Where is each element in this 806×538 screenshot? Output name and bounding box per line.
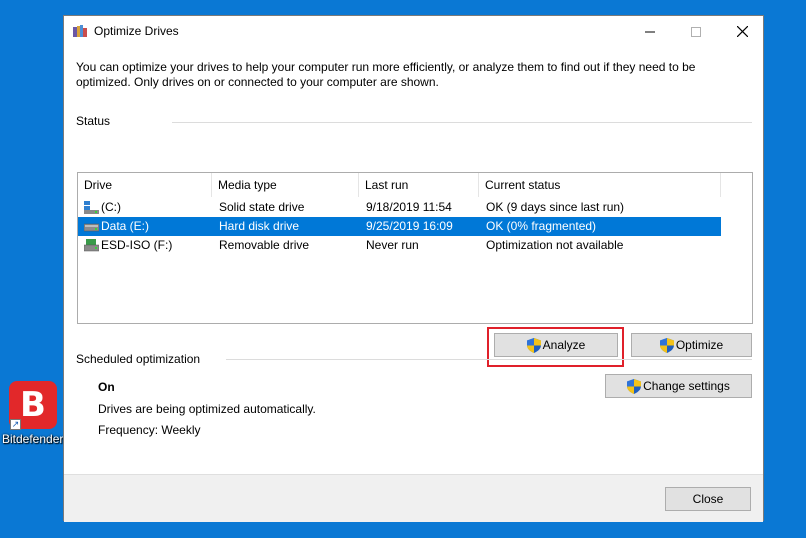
drive-name: Data (E:) [101, 219, 150, 233]
column-header-current-status[interactable]: Current status [479, 173, 721, 197]
optimize-label: Optimize [675, 338, 724, 352]
close-button[interactable]: Close [665, 487, 751, 511]
uac-shield-icon [659, 337, 674, 353]
hdd-drive-icon [84, 223, 99, 232]
drive-media-type: Hard disk drive [219, 219, 300, 233]
optimize-button[interactable]: Optimize [631, 333, 752, 357]
minimize-button[interactable] [627, 16, 673, 47]
drive-row-c[interactable]: (C:) Solid state drive 9/18/2019 11:54 O… [78, 198, 721, 217]
shortcut-arrow-icon: ↗ [10, 419, 21, 430]
schedule-frequency: Frequency: Weekly [98, 423, 201, 437]
column-header-last-run[interactable]: Last run [359, 173, 479, 197]
drives-list[interactable]: Drive Media type Last run Current status… [77, 172, 753, 324]
column-header-media-type[interactable]: Media type [212, 173, 359, 197]
close-label: Close [692, 492, 724, 506]
maximize-icon [691, 26, 701, 37]
ssd-drive-icon [84, 201, 99, 214]
schedule-state: On [98, 380, 115, 394]
uac-shield-icon [627, 378, 642, 394]
drive-last-run: Never run [366, 238, 419, 252]
defrag-app-icon [73, 25, 87, 37]
drive-status: OK (0% fragmented) [486, 219, 597, 233]
schedule-description: Drives are being optimized automatically… [98, 402, 316, 416]
status-group-label: Status [76, 114, 111, 128]
analyze-label: Analyze [542, 338, 586, 352]
drive-row-e[interactable]: Data (E:) Hard disk drive 9/25/2019 16:0… [78, 217, 721, 236]
maximize-button[interactable] [673, 16, 719, 47]
window-client-area: You can optimize your drives to help you… [64, 47, 763, 474]
bitdefender-tile-letter: B [20, 385, 46, 425]
close-icon [736, 26, 748, 37]
drive-name: ESD-ISO (F:) [101, 238, 173, 252]
removable-drive-icon [84, 239, 99, 252]
minimize-icon [645, 31, 655, 32]
drive-media-type: Removable drive [219, 238, 310, 252]
drive-last-run: 9/25/2019 16:09 [366, 219, 453, 233]
drive-status: OK (9 days since last run) [486, 200, 625, 214]
uac-shield-icon [526, 337, 541, 353]
change-settings-button[interactable]: Change settings [605, 374, 752, 398]
drive-row-f[interactable]: ESD-ISO (F:) Removable drive Never run O… [78, 236, 721, 255]
close-window-button[interactable] [719, 16, 765, 47]
scheduled-divider [226, 359, 752, 360]
drive-status: Optimization not available [486, 238, 624, 252]
optimize-drives-window: Optimize Drives You can optimize your dr… [63, 15, 764, 522]
drive-media-type: Solid state drive [219, 200, 305, 214]
intro-text: You can optimize your drives to help you… [76, 60, 696, 89]
window-title: Optimize Drives [94, 24, 179, 38]
analyze-button[interactable]: Analyze [494, 333, 618, 357]
scheduled-group-label: Scheduled optimization [76, 352, 201, 366]
drive-name: (C:) [101, 200, 121, 214]
column-header-drive[interactable]: Drive [78, 173, 212, 197]
change-settings-label: Change settings [643, 379, 730, 393]
title-bar[interactable]: Optimize Drives [64, 16, 763, 47]
dialog-footer: Close [64, 474, 763, 522]
status-divider [172, 122, 752, 123]
drive-last-run: 9/18/2019 11:54 [366, 200, 452, 214]
desktop-shortcut-label: Bitdefender [2, 432, 64, 446]
drives-list-header: Drive Media type Last run Current status [78, 173, 752, 197]
